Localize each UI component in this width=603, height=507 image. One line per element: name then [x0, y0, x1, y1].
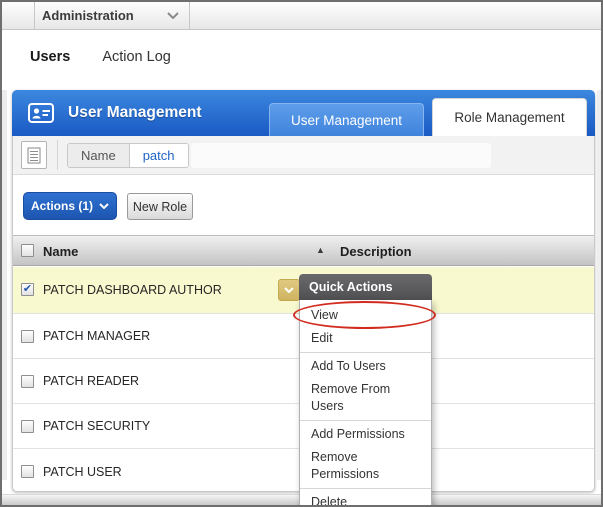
filter-value: patch	[129, 144, 188, 167]
administration-label: Administration	[42, 8, 134, 23]
quick-actions-menu-body: View Edit Add To Users Remove From Users Add…	[299, 300, 432, 505]
role-name: PATCH DASHBOARD AUTHOR	[43, 283, 222, 297]
chevron-down-icon	[284, 287, 294, 293]
left-gutter	[2, 90, 7, 480]
sub-navigation: Users Action Log	[2, 30, 601, 84]
new-role-button[interactable]: New Role	[127, 193, 193, 220]
menu-group: Add To Users Remove From Users	[300, 352, 431, 420]
role-name: PATCH READER	[43, 374, 140, 388]
menu-item-delete[interactable]: Delete	[300, 491, 431, 505]
nav-item-users[interactable]: Users	[30, 49, 70, 65]
column-header-name[interactable]: Name	[43, 244, 78, 259]
right-gutter	[597, 90, 601, 480]
list-icon[interactable]	[21, 141, 47, 169]
menu-item-remove-from-users[interactable]: Remove From Users	[300, 378, 431, 418]
actions-button-label: Actions (1)	[30, 199, 93, 213]
actions-button[interactable]: Actions (1)	[23, 192, 117, 220]
row-checkbox[interactable]: ✔	[21, 283, 34, 296]
menu-group: View Edit	[300, 302, 431, 352]
table-header: Name ▲ Description	[13, 235, 594, 266]
panel-title: User Management	[68, 104, 202, 121]
role-name: PATCH MANAGER	[43, 329, 151, 343]
select-all-checkbox[interactable]	[21, 244, 34, 257]
filter-input-area[interactable]	[191, 143, 491, 168]
quick-actions-menu-title: Quick Actions	[299, 274, 432, 300]
row-checkbox[interactable]	[21, 420, 34, 433]
filter-bar: Name patch	[13, 136, 594, 175]
role-name: PATCH SECURITY	[43, 419, 151, 433]
menu-item-remove-permissions[interactable]: Remove Permissions	[300, 446, 431, 486]
toolbar-row: Actions (1) New Role	[13, 175, 594, 235]
panel-header: User Management User Management Role Man…	[12, 90, 595, 136]
tab-role-management[interactable]: Role Management	[432, 98, 587, 136]
administration-window: Administration Users Action Log User Man…	[0, 0, 603, 507]
row-checkbox[interactable]	[21, 375, 34, 388]
administration-menu[interactable]: Administration	[34, 2, 190, 29]
quick-actions-menu: Quick Actions View Edit Add To Users Remove…	[299, 274, 432, 505]
role-name: PATCH USER	[43, 464, 122, 479]
chevron-down-icon	[167, 12, 179, 19]
menu-item-add-permissions[interactable]: Add Permissions	[300, 423, 431, 446]
row-checkbox[interactable]	[21, 330, 34, 343]
filter-separator	[57, 140, 58, 170]
user-card-icon	[28, 103, 54, 123]
menu-item-view[interactable]: View	[300, 304, 431, 327]
top-bar: Administration	[2, 2, 601, 30]
name-filter-chip[interactable]: Name patch	[67, 143, 189, 168]
menu-group: Add Permissions Remove Permissions	[300, 420, 431, 488]
row-quick-actions-button[interactable]	[278, 279, 300, 301]
filter-field-label: Name	[68, 144, 130, 167]
menu-group: Delete	[300, 488, 431, 505]
chevron-down-icon	[99, 203, 109, 209]
nav-item-action-log[interactable]: Action Log	[102, 49, 171, 65]
column-header-description[interactable]: Description	[340, 244, 412, 259]
row-checkbox[interactable]	[21, 465, 34, 478]
menu-item-edit[interactable]: Edit	[300, 327, 431, 350]
tab-user-management[interactable]: User Management	[269, 103, 424, 136]
panel-tabs: User Management Role Management	[269, 98, 587, 136]
menu-item-add-to-users[interactable]: Add To Users	[300, 355, 431, 378]
sort-ascending-icon[interactable]: ▲	[316, 245, 325, 255]
